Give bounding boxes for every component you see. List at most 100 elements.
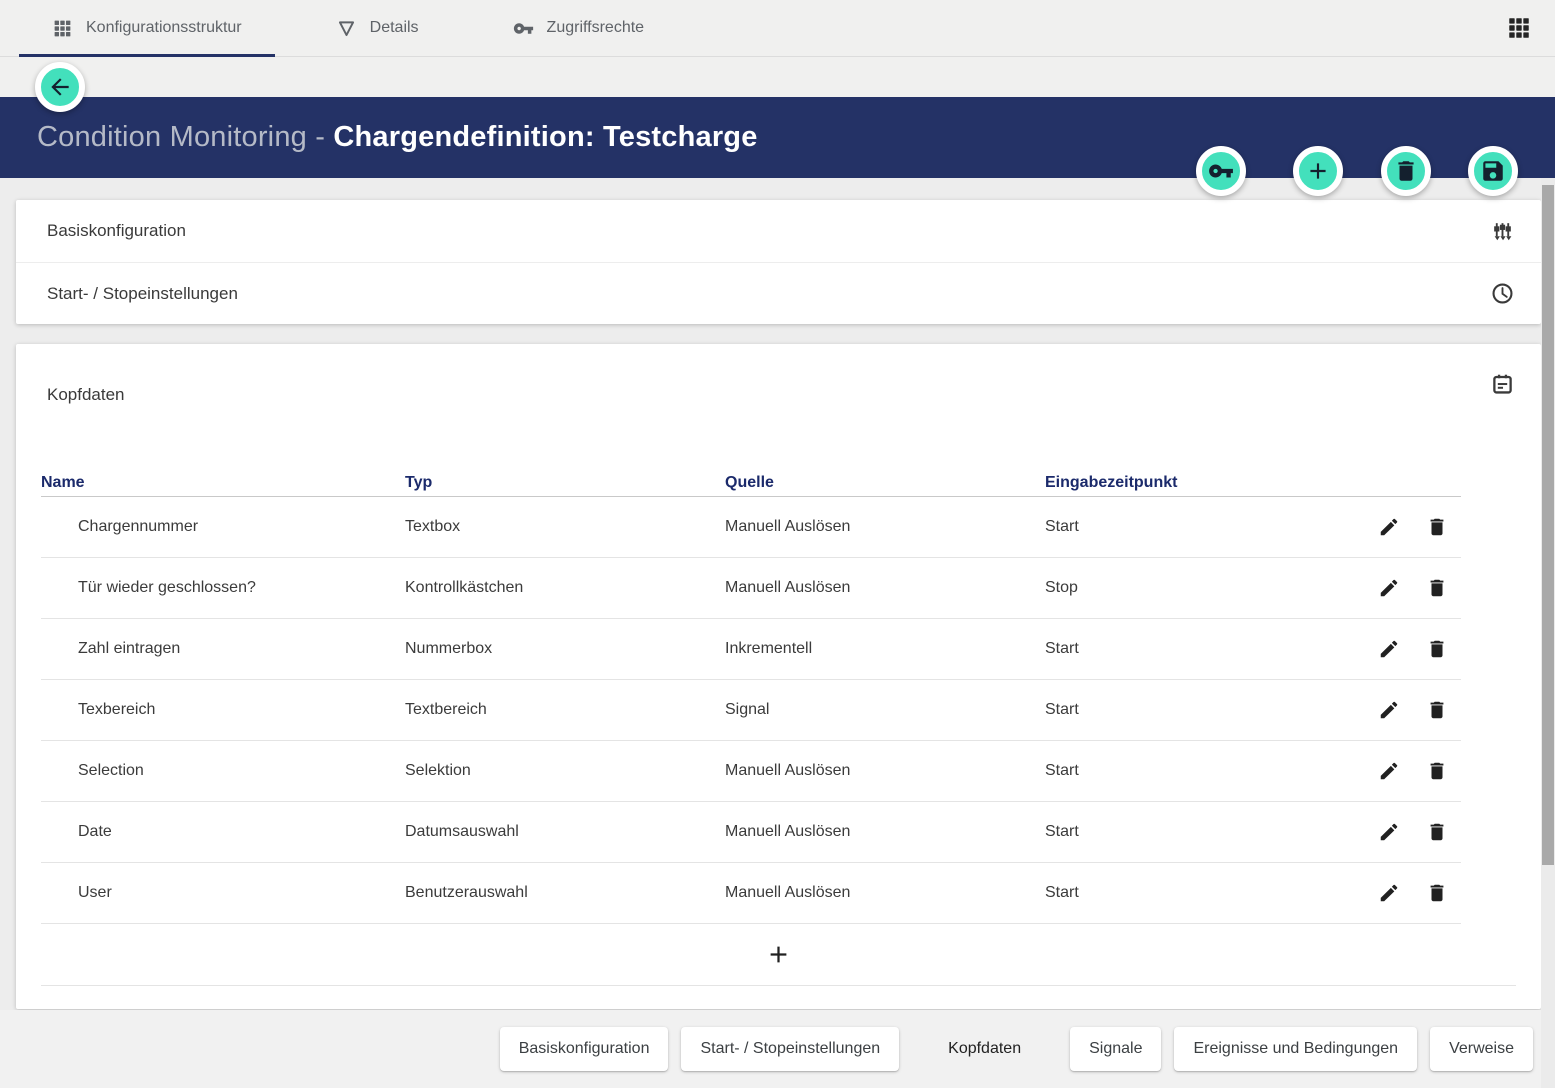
table-body: Chargennummer Textbox Manuell Auslösen S… bbox=[41, 497, 1461, 924]
back-button[interactable] bbox=[35, 62, 85, 112]
plus-icon bbox=[1305, 158, 1331, 184]
column-header-eingabezeitpunkt: Eingabezeitpunkt bbox=[1045, 474, 1365, 492]
apps-grid-icon[interactable] bbox=[1506, 15, 1532, 41]
title-main: Chargendefinition: Testcharge bbox=[333, 121, 757, 153]
cell-quelle: Inkrementell bbox=[725, 640, 1045, 658]
section-label: Kopfdaten bbox=[47, 372, 125, 405]
edit-row-button[interactable] bbox=[1365, 686, 1413, 734]
tabbar-right bbox=[1506, 0, 1555, 56]
pencil-icon bbox=[1378, 882, 1400, 904]
tab-konfigurationsstruktur[interactable]: Konfigurationsstruktur bbox=[19, 0, 275, 56]
section-row-start-stop[interactable]: Start- / Stopeinstellungen bbox=[16, 262, 1541, 324]
table-header-row: Name Typ Quelle Eingabezeitpunkt bbox=[41, 469, 1461, 497]
table-row: Zahl eintragen Nummerbox Inkrementell St… bbox=[41, 619, 1461, 680]
delete-row-button[interactable] bbox=[1413, 808, 1461, 856]
trash-icon bbox=[1426, 516, 1448, 538]
key-icon bbox=[513, 18, 534, 39]
cell-eingabezeitpunkt: Start bbox=[1045, 884, 1365, 902]
cell-eingabezeitpunkt: Start bbox=[1045, 518, 1365, 536]
delete-row-button[interactable] bbox=[1413, 625, 1461, 673]
bottom-section-button[interactable]: Basiskonfiguration bbox=[500, 1027, 669, 1071]
column-header-typ: Typ bbox=[405, 474, 725, 492]
bottom-section-button[interactable]: Kopfdaten bbox=[929, 1027, 1040, 1071]
cell-typ: Benutzerauswahl bbox=[405, 884, 725, 902]
edit-row-button[interactable] bbox=[1365, 564, 1413, 612]
cell-typ: Textbox bbox=[405, 518, 725, 536]
add-row-button[interactable] bbox=[41, 924, 1516, 986]
tune-icon bbox=[1490, 219, 1515, 244]
cell-name: Date bbox=[41, 823, 405, 841]
pencil-icon bbox=[1378, 821, 1400, 843]
cell-name: Zahl eintragen bbox=[41, 640, 405, 658]
plus-icon bbox=[765, 941, 792, 968]
page-title: Condition Monitoring - Chargendefinition… bbox=[37, 121, 758, 154]
kopfdaten-header: Kopfdaten bbox=[16, 344, 1541, 469]
edit-row-button[interactable] bbox=[1365, 869, 1413, 917]
key-icon bbox=[1208, 158, 1234, 184]
delete-row-button[interactable] bbox=[1413, 686, 1461, 734]
tab-label: Konfigurationsstruktur bbox=[86, 19, 242, 37]
tab-zugriffsrechte[interactable]: Zugriffsrechte bbox=[480, 0, 678, 56]
page: Konfigurationsstruktur Details Zugriffsr… bbox=[0, 0, 1555, 1088]
grid-icon bbox=[52, 18, 73, 39]
delete-button[interactable] bbox=[1381, 146, 1431, 196]
edit-row-button[interactable] bbox=[1365, 747, 1413, 795]
section-label: Start- / Stopeinstellungen bbox=[47, 284, 238, 304]
top-tab-bar: Konfigurationsstruktur Details Zugriffsr… bbox=[0, 0, 1555, 57]
tab-details[interactable]: Details bbox=[303, 0, 452, 56]
cell-quelle: Manuell Auslösen bbox=[725, 762, 1045, 780]
trash-icon bbox=[1426, 760, 1448, 782]
bottom-section-button[interactable]: Ereignisse und Bedingungen bbox=[1174, 1027, 1417, 1071]
add-button[interactable] bbox=[1293, 146, 1343, 196]
permissions-button[interactable] bbox=[1196, 146, 1246, 196]
edit-row-button[interactable] bbox=[1365, 808, 1413, 856]
cell-quelle: Manuell Auslösen bbox=[725, 884, 1045, 902]
trash-icon bbox=[1426, 882, 1448, 904]
cell-name: Chargennummer bbox=[41, 518, 405, 536]
cell-typ: Textbereich bbox=[405, 701, 725, 719]
cell-quelle: Manuell Auslösen bbox=[725, 823, 1045, 841]
cell-eingabezeitpunkt: Stop bbox=[1045, 579, 1365, 597]
filter-icon bbox=[336, 18, 357, 39]
cell-eingabezeitpunkt: Start bbox=[1045, 762, 1365, 780]
clock-icon bbox=[1490, 281, 1515, 306]
cell-name: Tür wieder geschlossen? bbox=[41, 579, 405, 597]
trash-icon bbox=[1426, 638, 1448, 660]
column-header-quelle: Quelle bbox=[725, 474, 1045, 492]
delete-row-button[interactable] bbox=[1413, 503, 1461, 551]
cell-name: Texbereich bbox=[41, 701, 405, 719]
edit-row-button[interactable] bbox=[1365, 625, 1413, 673]
pencil-icon bbox=[1378, 760, 1400, 782]
cell-quelle: Manuell Auslösen bbox=[725, 518, 1045, 536]
tab-label: Zugriffsrechte bbox=[547, 19, 645, 37]
tab-label: Details bbox=[370, 19, 419, 37]
section-row-basiskonfiguration[interactable]: Basiskonfiguration bbox=[16, 200, 1541, 262]
delete-row-button[interactable] bbox=[1413, 564, 1461, 612]
title-prefix: Condition Monitoring - bbox=[37, 121, 333, 153]
table-row: User Benutzerauswahl Manuell Auslösen St… bbox=[41, 863, 1461, 924]
accordion-card: Basiskonfiguration Start- / Stopeinstell… bbox=[16, 200, 1541, 324]
calendar-icon[interactable] bbox=[1490, 372, 1515, 397]
edit-row-button[interactable] bbox=[1365, 503, 1413, 551]
vertical-scrollbar bbox=[1541, 178, 1555, 1088]
trash-icon bbox=[1426, 577, 1448, 599]
pencil-icon bbox=[1378, 638, 1400, 660]
table-row: Date Datumsauswahl Manuell Auslösen Star… bbox=[41, 802, 1461, 863]
cell-eingabezeitpunkt: Start bbox=[1045, 701, 1365, 719]
delete-row-button[interactable] bbox=[1413, 747, 1461, 795]
save-icon bbox=[1480, 158, 1506, 184]
cell-typ: Nummerbox bbox=[405, 640, 725, 658]
save-button[interactable] bbox=[1468, 146, 1518, 196]
cell-name: User bbox=[41, 884, 405, 902]
delete-row-button[interactable] bbox=[1413, 869, 1461, 917]
table-row: Selection Selektion Manuell Auslösen Sta… bbox=[41, 741, 1461, 802]
bottom-section-button[interactable]: Verweise bbox=[1430, 1027, 1533, 1071]
cell-eingabezeitpunkt: Start bbox=[1045, 640, 1365, 658]
bottom-section-button[interactable]: Start- / Stopeinstellungen bbox=[681, 1027, 899, 1071]
scrollbar-thumb[interactable] bbox=[1542, 185, 1554, 865]
trash-icon bbox=[1426, 699, 1448, 721]
trash-icon bbox=[1426, 821, 1448, 843]
header-gap bbox=[0, 57, 1555, 97]
bottom-section-button[interactable]: Signale bbox=[1070, 1027, 1161, 1071]
bottom-section-bar: Basiskonfiguration Start- / Stopeinstell… bbox=[0, 1010, 1555, 1088]
